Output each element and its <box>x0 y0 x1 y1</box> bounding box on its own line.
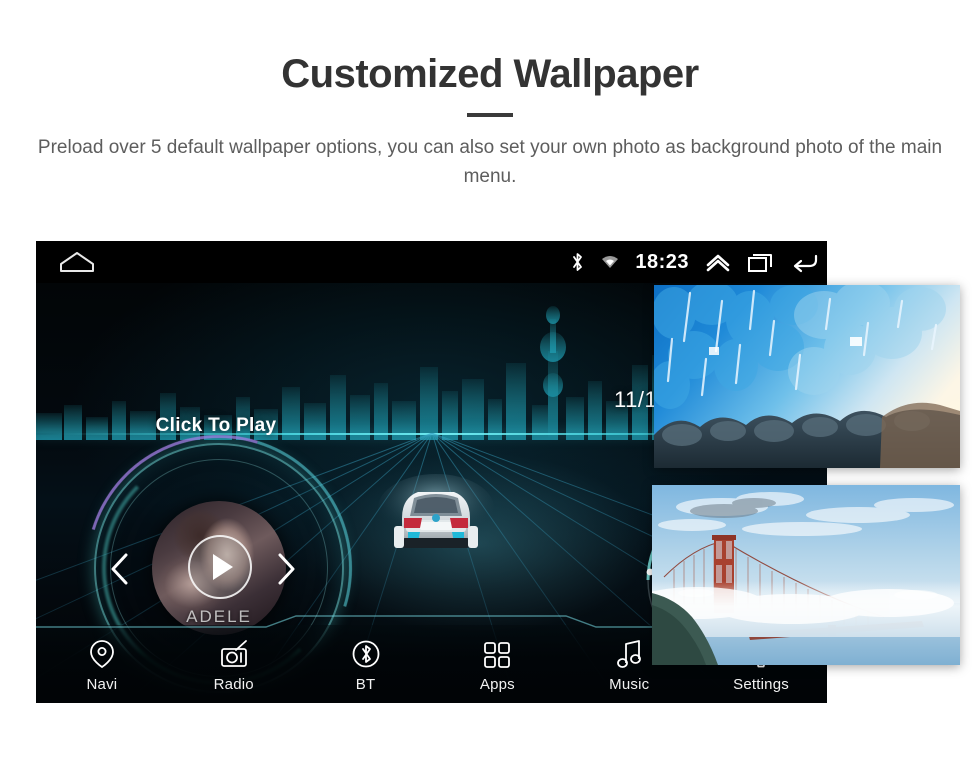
dock-item-navi[interactable]: Navi <box>36 625 168 703</box>
recents-icon[interactable] <box>747 251 775 273</box>
car-illustration <box>378 474 494 548</box>
next-track-icon[interactable] <box>272 551 298 587</box>
dock-label-navi: Navi <box>86 676 118 693</box>
status-bar-clock: 18:23 <box>635 250 689 273</box>
title-divider <box>467 113 513 117</box>
click-to-play-label: Click To Play <box>155 415 277 436</box>
dock-item-radio[interactable]: Radio <box>168 625 300 703</box>
dock-item-bt[interactable]: BT <box>300 625 432 703</box>
chevron-up-icon[interactable] <box>705 251 731 273</box>
status-bar-right: 18:23 <box>570 241 819 283</box>
home-icon[interactable] <box>58 251 96 273</box>
play-button[interactable] <box>188 535 252 599</box>
dock-label-settings: Settings <box>733 676 789 693</box>
ice-cave-wallpaper[interactable] <box>654 285 960 468</box>
location-pin-icon <box>89 639 115 669</box>
bluetooth-icon <box>351 639 381 669</box>
page-title: Customized Wallpaper <box>281 52 699 96</box>
grid-apps-icon <box>483 639 511 669</box>
music-note-icon <box>615 639 643 669</box>
dock-item-apps[interactable]: Apps <box>431 625 563 703</box>
bluetooth-icon <box>570 251 585 273</box>
dock-label-radio: Radio <box>213 676 254 693</box>
golden-gate-bridge-wallpaper[interactable] <box>652 485 960 665</box>
dock-label-apps: Apps <box>479 676 515 693</box>
dock-label-bt: BT <box>355 676 376 693</box>
golden-gate-bridge-image <box>652 485 960 665</box>
page-subtitle: Preload over 5 default wallpaper options… <box>37 137 943 188</box>
previous-track-icon[interactable] <box>108 551 134 587</box>
back-icon[interactable] <box>791 251 819 273</box>
play-icon <box>212 554 233 580</box>
page-root: Customized Wallpaper Preload over 5 defa… <box>0 0 980 758</box>
ice-cave-image <box>654 285 960 468</box>
dock-label-music: Music <box>609 676 650 693</box>
radio-icon <box>219 639 249 669</box>
android-status-bar: 18:23 <box>36 241 827 283</box>
wifi-icon <box>601 254 619 270</box>
music-widget[interactable]: Click To Play ADELE <box>39 343 399 703</box>
